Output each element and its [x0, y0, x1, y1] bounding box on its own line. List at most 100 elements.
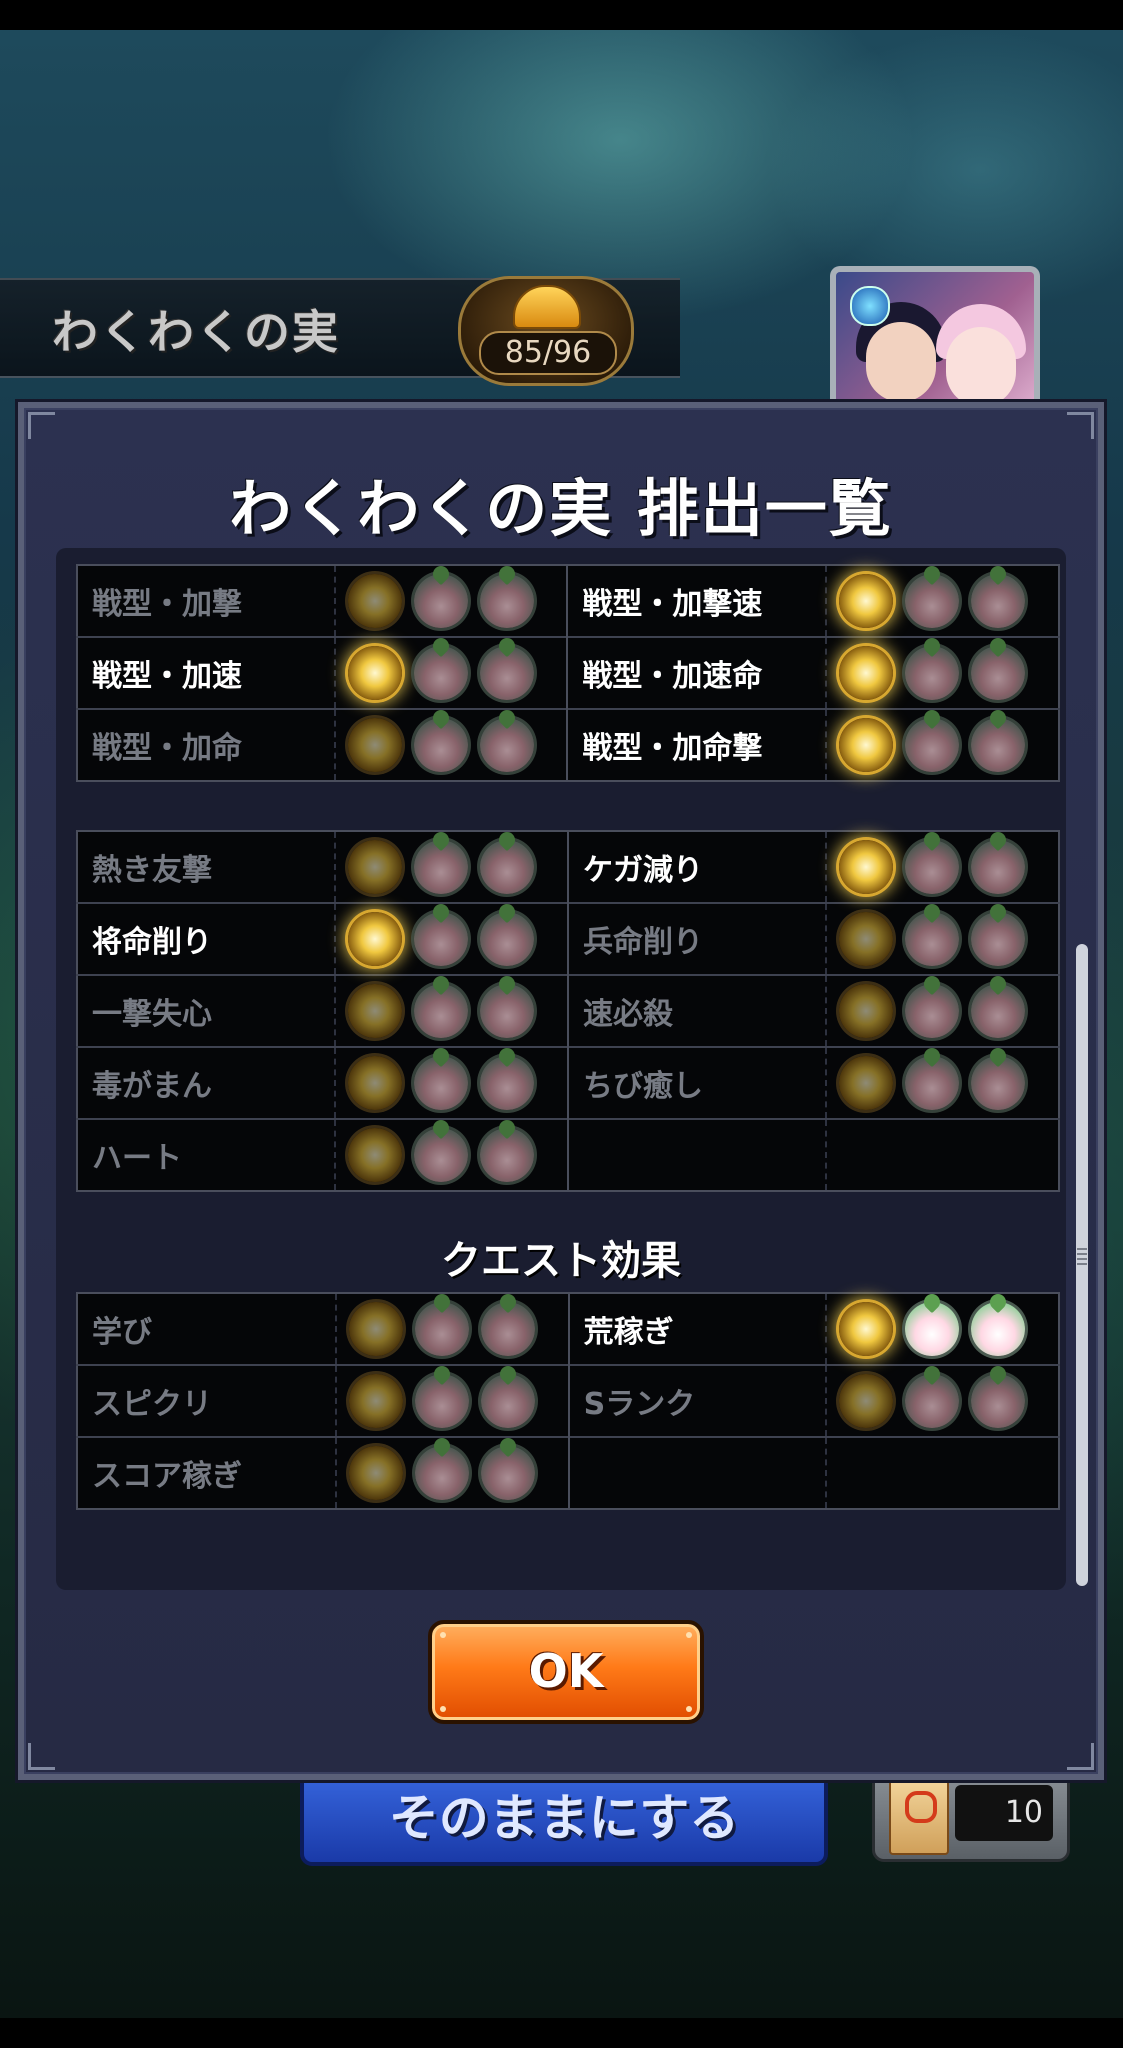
effect-name: 戦型・加命撃 [567, 708, 828, 781]
gold-star-fruit-icon [348, 912, 403, 966]
gold-star-fruit-icon [839, 1302, 894, 1356]
dialog-corner [28, 412, 55, 439]
effect-fruit-icons [826, 902, 1059, 975]
effect-fruit-icons [335, 902, 569, 975]
button-rivet [440, 1632, 446, 1638]
dialog-title: わくわくの実 排出一覧 [229, 472, 893, 545]
effect-row: 戦型・加速 戦型・加速命 [77, 636, 1059, 709]
effect-fruit-icons [826, 1046, 1059, 1119]
empty-cell [826, 1436, 1059, 1509]
lotus-fruit-icon [480, 912, 535, 966]
dialog-corner [1067, 1743, 1094, 1770]
character-portrait[interactable] [830, 266, 1040, 412]
game-background: わくわくの実 85/96 そのままにする 10 わくわくの実 排出一覧 戦型・加… [0, 30, 1123, 2018]
navigation-bar [0, 2018, 1123, 2048]
effect-row: 将命削り 兵命削り [77, 902, 1059, 975]
effect-fruit-icons [334, 565, 569, 637]
effect-fruit-icons [335, 1046, 569, 1119]
effect-row: 毒がまん ちび癒し [77, 1046, 1059, 1119]
lotus-fruit-icon [413, 646, 468, 700]
ticket-counter[interactable]: 10 [872, 1768, 1070, 1862]
effect-name: スコア稼ぎ [77, 1436, 337, 1509]
gold-star-fruit-icon [839, 984, 894, 1038]
status-bar [0, 0, 1123, 30]
lotus-fruit-icon [479, 646, 534, 700]
effect-fruit-icons [826, 974, 1059, 1047]
effect-row: 戦型・加命 戦型・加命撃 [77, 708, 1059, 781]
lotus-fruit-icon [905, 984, 960, 1038]
gold-star-fruit-icon [839, 718, 894, 772]
gold-star-fruit-icon [348, 1056, 403, 1110]
effect-name: 戦型・加撃 [77, 565, 336, 637]
effect-fruit-icons [335, 1293, 570, 1365]
lotus-fruit-icon [971, 718, 1026, 772]
effect-row: 一撃失心 速必殺 [77, 974, 1059, 1047]
effect-fruit-icons [335, 1118, 569, 1191]
effect-name: 戦型・加命 [77, 708, 336, 781]
gold-star-fruit-icon [839, 840, 894, 894]
effect-name: 学び [77, 1293, 337, 1365]
effect-fruit-icons [334, 708, 569, 781]
gold-star-fruit-icon [347, 574, 402, 628]
lotus-fruit-icon [414, 1056, 469, 1110]
effect-table-battle-type: 戦型・加撃 戦型・加撃速 戦型・加速 戦型・加速命 戦型・加命 戦型・加命撃 [76, 564, 1060, 782]
effect-fruit-icons [335, 1364, 570, 1437]
scrollbar-grip-icon [1077, 1248, 1087, 1268]
dialog-corner [1067, 412, 1094, 439]
lotus-fruit-icon [905, 574, 960, 628]
effect-fruit-icons [826, 708, 1059, 781]
lotus-fruit-icon [971, 912, 1026, 966]
fruit-title: わくわくの実 [52, 305, 340, 359]
ticket-count: 10 [955, 1785, 1053, 1841]
lotus-fruit-icon [414, 1374, 469, 1428]
lotus-fruit-icon [480, 984, 535, 1038]
effect-name: 戦型・加撃速 [567, 565, 828, 637]
effect-fruit-icons [826, 1364, 1059, 1437]
gold-star-fruit-icon [348, 1446, 403, 1500]
effect-name: ハート [77, 1118, 337, 1191]
lotus-fruit-icon [414, 984, 469, 1038]
button-rivet [440, 1706, 446, 1712]
gold-star-fruit-icon [839, 1374, 894, 1428]
keep-as-is-label: そのままにする [388, 1789, 740, 1847]
lotus-fruit-icon [905, 646, 960, 700]
gold-star-fruit-icon [839, 646, 894, 700]
effect-fruit-icons [334, 636, 569, 709]
effect-name: スピクリ [77, 1364, 337, 1437]
lotus-fruit-icon [414, 1128, 469, 1182]
lotus-fruit-icon [414, 912, 469, 966]
lotus-fruit-icon [905, 840, 960, 894]
effect-row: 熱き友撃 ケガ減り [77, 831, 1059, 903]
effect-name: 兵命削り [568, 902, 828, 975]
effect-row: 戦型・加撃 戦型・加撃速 [77, 565, 1059, 637]
lotus-fruit-icon [905, 912, 960, 966]
character-face-2 [946, 327, 1016, 407]
effect-name: 荒稼ぎ [568, 1293, 828, 1365]
effect-fruit-icons [335, 1436, 570, 1509]
helmet-count: 85/96 [479, 331, 617, 375]
effect-row: スピクリ Sランク [77, 1364, 1059, 1437]
gold-star-fruit-icon [839, 1056, 894, 1110]
button-rivet [686, 1632, 692, 1638]
helmet-icon [513, 285, 581, 329]
gold-star-fruit-icon [348, 1128, 403, 1182]
lotus-fruit-icon [480, 840, 535, 894]
gold-star-fruit-icon [348, 840, 403, 894]
lotus-fruit-icon [905, 1302, 960, 1356]
effect-name: 速必殺 [568, 974, 828, 1047]
ticket-icon [889, 1779, 949, 1855]
button-rivet [686, 1706, 692, 1712]
helmet-counter-badge: 85/96 [458, 276, 634, 386]
lotus-fruit-icon [971, 1374, 1026, 1428]
drop-list-scroll-area[interactable]: 戦型・加撃 戦型・加撃速 戦型・加速 戦型・加速命 戦型・加命 戦型・加命撃 熱き友撃 ケガ… [56, 548, 1066, 1590]
empty-cell [568, 1118, 828, 1191]
effect-name: 一撃失心 [77, 974, 337, 1047]
empty-cell [826, 1118, 1059, 1191]
lotus-fruit-icon [414, 1446, 469, 1500]
lotus-fruit-icon [479, 718, 534, 772]
gold-star-fruit-icon [347, 646, 402, 700]
ok-button[interactable]: OK [428, 1620, 704, 1724]
gold-star-fruit-icon [348, 1302, 403, 1356]
lotus-fruit-icon [480, 1056, 535, 1110]
lotus-fruit-icon [971, 1056, 1026, 1110]
